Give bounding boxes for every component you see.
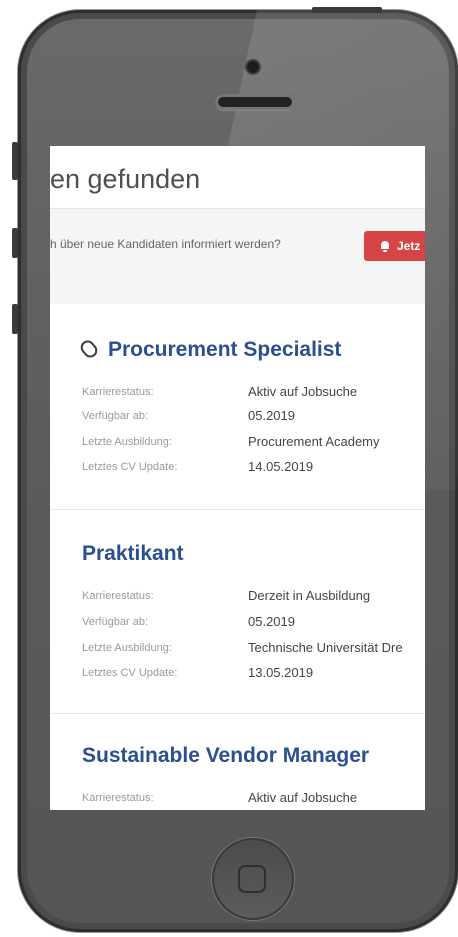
career-status-row: Karrierestatus: Aktiv auf Jobsuche xyxy=(82,788,425,810)
candidate-title[interactable]: Procurement Specialist xyxy=(77,337,341,362)
last-education-value: Technische Universität Dre xyxy=(248,640,403,655)
section-gap xyxy=(50,284,425,304)
home-button[interactable] xyxy=(212,838,294,920)
last-cv-update-row: Letztes CV Update: 13.05.2019 xyxy=(82,663,425,685)
career-status-value: Aktiv auf Jobsuche xyxy=(248,790,358,805)
career-status-value: Aktiv auf Jobsuche xyxy=(248,384,358,399)
career-status-row: Karrierestatus: Aktiv auf Jobsuche xyxy=(82,382,425,404)
results-header: en gefunden xyxy=(50,146,425,208)
last-cv-update-label: Letztes CV Update: xyxy=(82,461,178,473)
bell-icon xyxy=(380,240,390,252)
create-alert-button[interactable]: Jetz xyxy=(364,231,425,261)
last-cv-update-label: Letztes CV Update: xyxy=(82,667,178,679)
candidate-title[interactable]: Sustainable Vendor Manager xyxy=(82,744,369,768)
last-education-label: Letzte Ausbildung: xyxy=(82,642,172,654)
available-from-label: Verfügbar ab: xyxy=(82,616,149,628)
last-cv-update-row: Letztes CV Update: 14.05.2019 xyxy=(82,457,425,479)
results-title: en gefunden xyxy=(50,164,201,194)
notification-question: h über neue Kandidaten informiert werden… xyxy=(50,237,281,251)
alert-button-label: Jetz xyxy=(397,239,421,253)
power-button xyxy=(312,7,382,13)
available-from-row: Verfügbar ab: 05.2019 xyxy=(82,612,425,634)
available-from-value: 05.2019 xyxy=(248,614,295,629)
available-from-label: Verfügbar ab: xyxy=(82,410,149,422)
career-status-label: Karrierestatus: xyxy=(82,590,154,602)
volume-down-button xyxy=(12,304,18,334)
last-education-row: Letzte Ausbildung: Procurement Academy xyxy=(82,432,425,454)
app-screen: en gefunden h über neue Kandidaten infor… xyxy=(50,146,425,810)
career-status-label: Karrierestatus: xyxy=(82,386,154,398)
career-status-row: Karrierestatus: Derzeit in Ausbildung xyxy=(82,586,425,608)
last-cv-update-value: 13.05.2019 xyxy=(248,665,314,680)
earpiece-speaker xyxy=(215,94,295,110)
last-education-row: Letzte Ausbildung: Technische Universitä… xyxy=(82,638,425,660)
candidate-title[interactable]: Praktikant xyxy=(82,542,184,566)
paperclip-icon xyxy=(77,337,101,361)
available-from-row: Verfügbar ab: 05.2019 xyxy=(82,406,425,428)
candidate-card[interactable]: Sustainable Vendor Manager Karrierestatu… xyxy=(50,714,425,810)
front-camera xyxy=(247,61,259,73)
volume-up-button xyxy=(12,228,18,258)
last-education-value: Procurement Academy xyxy=(248,434,380,449)
candidate-card[interactable]: Procurement Specialist Karrierestatus: A… xyxy=(50,304,425,510)
career-status-label: Karrierestatus: xyxy=(82,792,154,804)
candidate-card[interactable]: Praktikant Karrierestatus: Derzeit in Au… xyxy=(50,510,425,714)
last-education-label: Letzte Ausbildung: xyxy=(82,436,172,448)
career-status-value: Derzeit in Ausbildung xyxy=(248,588,371,603)
last-cv-update-value: 14.05.2019 xyxy=(248,459,314,474)
available-from-value: 05.2019 xyxy=(248,408,295,423)
notification-bar: h über neue Kandidaten informiert werden… xyxy=(50,208,425,286)
home-square-icon xyxy=(238,865,266,893)
silent-switch xyxy=(12,142,18,180)
